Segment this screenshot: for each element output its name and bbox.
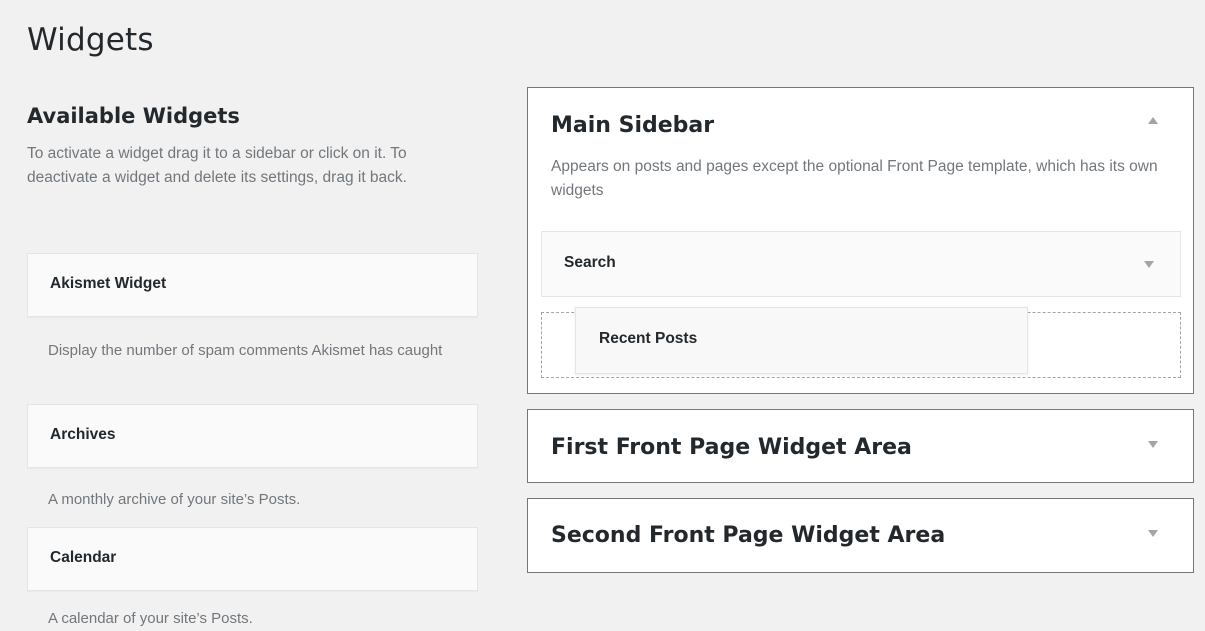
widget-title: Archives — [50, 426, 116, 443]
sidebar-description: Appears on posts and pages except the op… — [551, 158, 1158, 199]
sidebar-widget-search[interactable]: Search — [541, 231, 1181, 297]
sidebar-first-front-page[interactable]: First Front Page Widget Area — [527, 409, 1194, 483]
widget-title: Recent Posts — [599, 330, 698, 347]
widget-archives[interactable]: Archives — [27, 404, 478, 468]
sidebar-title[interactable]: Main Sidebar — [551, 113, 714, 138]
page-title: Widgets — [27, 22, 154, 58]
widget-description: A calendar of your site’s Posts. — [48, 610, 253, 627]
widget-description: A monthly archive of your site’s Posts. — [48, 491, 301, 508]
triangle-down-icon[interactable] — [1148, 441, 1158, 448]
sidebar-title: First Front Page Widget Area — [551, 435, 912, 460]
widget-akismet[interactable]: Akismet Widget — [27, 253, 478, 317]
available-widgets-description: To activate a widget drag it to a sideba… — [27, 145, 407, 186]
sidebar-title: Second Front Page Widget Area — [551, 523, 946, 548]
dragging-widget-recent-posts[interactable]: Recent Posts — [575, 307, 1028, 374]
available-widgets-section: Available Widgets To activate a widget d… — [27, 104, 479, 190]
triangle-up-icon[interactable] — [1148, 117, 1158, 124]
widget-calendar[interactable]: Calendar — [27, 527, 478, 591]
sidebar-main: Main Sidebar Appears on posts and pages … — [527, 87, 1194, 394]
widget-title: Akismet Widget — [50, 275, 167, 292]
triangle-down-icon[interactable] — [1144, 261, 1154, 268]
widget-title: Calendar — [50, 549, 117, 566]
available-widgets-heading: Available Widgets — [27, 104, 240, 128]
widget-description: Display the number of spam comments Akis… — [48, 342, 443, 359]
triangle-down-icon[interactable] — [1148, 530, 1158, 537]
sidebar-second-front-page[interactable]: Second Front Page Widget Area — [527, 498, 1194, 573]
widget-title: Search — [564, 254, 616, 271]
